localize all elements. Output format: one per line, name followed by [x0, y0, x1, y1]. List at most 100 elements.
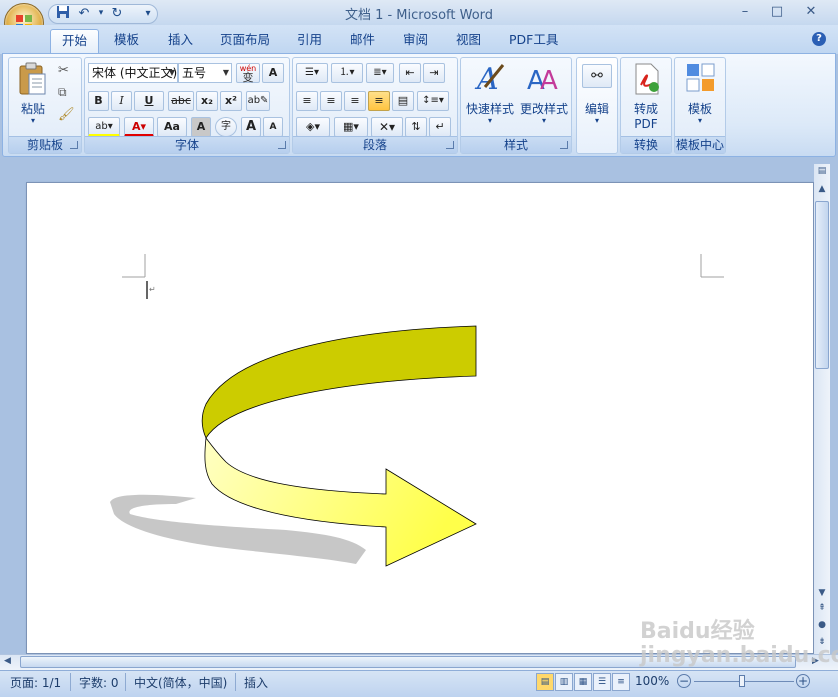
to-pdf-line1[interactable]: 转成 [621, 100, 671, 117]
enclose-char-button[interactable]: 字 [215, 117, 237, 137]
sort-icon[interactable]: ⇅ [405, 117, 427, 137]
increase-indent-icon[interactable]: ⇥ [423, 63, 445, 83]
crop-mark-left [122, 254, 146, 278]
scroll-up-icon[interactable]: ▲ [815, 184, 829, 198]
font-launcher-icon[interactable] [278, 141, 286, 149]
font-color-button[interactable]: A▾ [124, 117, 154, 137]
superscript-button[interactable]: x² [220, 91, 242, 111]
bold-button[interactable]: B [88, 91, 109, 111]
save-icon[interactable] [54, 5, 72, 22]
distributed-icon[interactable]: ▤ [392, 91, 414, 111]
help-icon[interactable]: ? [812, 32, 826, 46]
curved-arrow-top[interactable] [201, 325, 477, 439]
vertical-scroll-thumb[interactable] [815, 201, 829, 369]
clear-formatting-icon[interactable]: ab✎ [246, 91, 270, 111]
browse-object-icon[interactable]: ● [815, 620, 829, 634]
styles-launcher-icon[interactable] [560, 141, 568, 149]
font-name-select[interactable]: 宋体 (中文正文) ▼ [88, 63, 178, 83]
page-canvas: ↵ [110, 254, 724, 567]
justify-icon[interactable]: ≡ [368, 91, 390, 111]
cut-icon[interactable]: ✂ [58, 63, 69, 78]
change-styles-icon[interactable]: A A [525, 61, 559, 93]
editing-dropdown-icon[interactable]: ▾ [577, 116, 617, 125]
multilevel-list-button[interactable]: ≣▾ [366, 63, 394, 83]
change-styles-button[interactable]: 更改样式 [517, 100, 571, 117]
highlight-button[interactable]: ab▾ [88, 117, 120, 137]
template-button[interactable]: 模板 [675, 100, 725, 117]
outline-view-icon[interactable]: ☰ [593, 673, 611, 691]
bullets-button[interactable]: ☰▾ [296, 63, 328, 83]
word-count[interactable]: 字数: 0 [79, 674, 119, 691]
italic-button[interactable]: I [111, 91, 132, 111]
tab-mailings[interactable]: 邮件 [339, 29, 386, 53]
scroll-down-icon[interactable]: ▼ [815, 588, 829, 602]
zoom-level[interactable]: 100% [635, 674, 669, 688]
underline-button[interactable]: U [134, 91, 164, 111]
change-case-button[interactable]: Aa [157, 117, 187, 137]
quick-styles-icon[interactable]: A [473, 61, 507, 93]
tab-page-layout[interactable]: 页面布局 [209, 29, 281, 53]
zoom-in-icon[interactable]: + [796, 674, 810, 688]
pdf-icon[interactable] [633, 63, 661, 95]
tab-insert[interactable]: 插入 [157, 29, 204, 53]
insert-mode-indicator[interactable]: 插入 [244, 674, 268, 691]
paragraph-launcher-icon[interactable] [446, 141, 454, 149]
align-center-icon[interactable]: ≡ [320, 91, 342, 111]
zoom-out-icon[interactable]: − [677, 674, 691, 688]
tab-templates[interactable]: 模板 [103, 29, 150, 53]
decrease-indent-icon[interactable]: ⇤ [399, 63, 421, 83]
template-dropdown-icon[interactable]: ▾ [675, 116, 725, 125]
previous-page-icon[interactable]: ⇞ [815, 603, 829, 617]
align-right-icon[interactable]: ≡ [344, 91, 366, 111]
to-pdf-line2[interactable]: PDF [621, 117, 671, 131]
format-painter-icon[interactable]: 🖌 [58, 107, 75, 122]
web-layout-icon[interactable]: ▦ [574, 673, 592, 691]
editing-button[interactable]: 编辑 [577, 100, 617, 117]
font-size-select[interactable]: 五号 ▼ [178, 63, 232, 83]
tab-pdf-tools[interactable]: PDF工具 [498, 29, 569, 53]
tab-references[interactable]: 引用 [286, 29, 333, 53]
quick-styles-button[interactable]: 快速样式 [463, 100, 517, 117]
tab-review[interactable]: 审阅 [392, 29, 439, 53]
watermark: Baidu经验 jingyan.baidu.com [640, 619, 838, 668]
draft-view-icon[interactable]: ≡ [612, 673, 630, 691]
scroll-left-icon[interactable]: ◀ [4, 656, 11, 666]
ruler-toggle-icon[interactable]: ▤ [815, 166, 829, 180]
find-binoculars-icon[interactable]: ⚯ [582, 64, 612, 88]
paste-icon[interactable] [17, 62, 47, 96]
paste-dropdown-icon[interactable]: ▾ [15, 116, 51, 125]
shrink-font-button[interactable]: A [263, 117, 283, 137]
template-icon[interactable] [686, 63, 716, 93]
line-spacing-button[interactable]: ↕≡▾ [417, 91, 449, 111]
language-indicator[interactable]: 中文(简体，中国) [134, 674, 227, 691]
char-shading-button[interactable]: A [191, 117, 211, 137]
quick-styles-dropdown-icon[interactable]: ▾ [463, 116, 517, 125]
change-styles-dropdown-icon[interactable]: ▾ [517, 116, 571, 125]
full-screen-reading-icon[interactable]: ▥ [555, 673, 573, 691]
clear-format-button[interactable]: A [262, 63, 284, 83]
subscript-button[interactable]: x₂ [196, 91, 218, 111]
grow-font-button[interactable]: A [241, 117, 261, 137]
page-count[interactable]: 页面: 1/1 [10, 674, 61, 691]
shading-button[interactable]: ◈▾ [296, 117, 330, 137]
phonetic-guide-button[interactable]: wén 变 [236, 63, 260, 83]
zoom-slider-thumb[interactable] [739, 675, 745, 687]
tab-view[interactable]: 视图 [445, 29, 492, 53]
show-marks-icon[interactable]: ↵ [429, 117, 451, 137]
redo-icon[interactable]: ↻ [108, 5, 126, 22]
undo-icon[interactable]: ↶ [75, 5, 93, 22]
minimize-button[interactable]: – [732, 2, 758, 22]
maximize-button[interactable]: □ [764, 2, 790, 22]
paste-button[interactable]: 粘贴 [15, 100, 51, 117]
tab-home[interactable]: 开始 [50, 29, 100, 53]
numbering-button[interactable]: ⒈▾ [331, 63, 363, 83]
customize-qat-button[interactable]: ▾ [139, 5, 157, 22]
close-button[interactable]: ✕ [798, 2, 824, 22]
borders-button[interactable]: ▦▾ [334, 117, 368, 137]
chinese-layout-button[interactable]: ✕▾ [371, 117, 403, 137]
print-layout-view-icon[interactable]: ▤ [536, 673, 554, 691]
strikethrough-button[interactable]: abc [168, 91, 194, 111]
copy-icon[interactable]: ⧉ [58, 85, 67, 100]
align-left-icon[interactable]: ≡ [296, 91, 318, 111]
clipboard-launcher-icon[interactable] [70, 141, 78, 149]
